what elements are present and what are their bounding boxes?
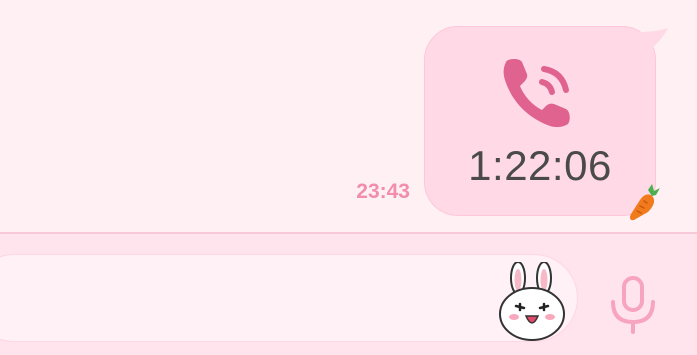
message-input[interactable] [0, 254, 578, 342]
message-timestamp: 23:43 [356, 180, 410, 203]
phone-call-icon [503, 59, 570, 128]
bunny-sticker-icon[interactable] [496, 262, 568, 342]
bubble-tail [638, 28, 668, 52]
carrot-icon [630, 184, 660, 221]
call-duration: 1:22:06 [468, 142, 612, 189]
microphone-icon[interactable] [605, 276, 661, 336]
